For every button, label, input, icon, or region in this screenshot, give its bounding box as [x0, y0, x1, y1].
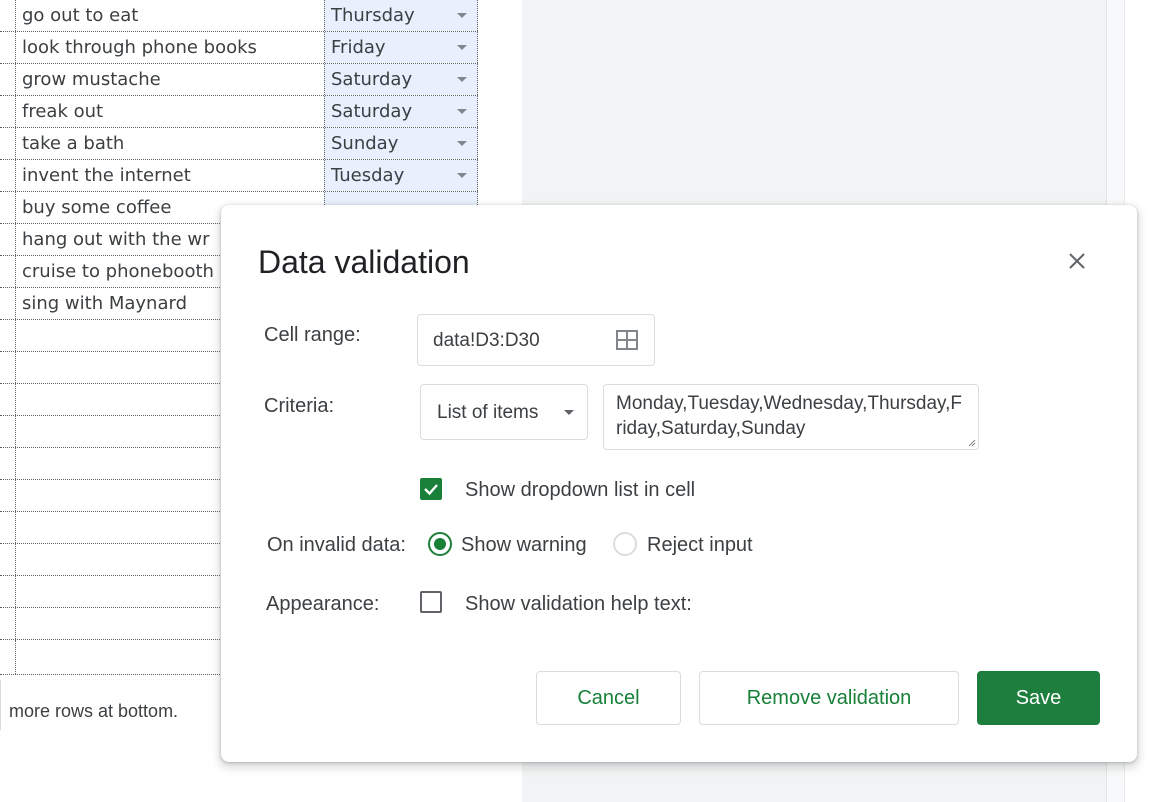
list-items-input[interactable]: Monday,Tuesday,Wednesday,Thursday,Friday… — [603, 384, 979, 450]
task-cell[interactable]: take a bath — [15, 128, 324, 159]
criteria-dropdown[interactable]: List of items — [420, 384, 588, 440]
criteria-label: Criteria: — [264, 395, 335, 417]
remove-validation-button[interactable]: Remove validation — [699, 671, 959, 725]
day-cell[interactable]: Tuesday — [324, 160, 478, 191]
task-cell[interactable]: invent the internet — [15, 160, 324, 191]
chevron-down-icon — [564, 410, 574, 415]
task-cell[interactable]: look through phone books — [15, 32, 324, 63]
show-warning-label[interactable]: Show warning — [461, 534, 587, 557]
cell-range-input[interactable]: data!D3:D30 — [417, 314, 655, 366]
select-range-icon[interactable] — [616, 330, 638, 350]
help-text-label[interactable]: Show validation help text: — [465, 593, 692, 616]
criteria-type-value: List of items — [437, 402, 539, 423]
chevron-down-icon[interactable] — [457, 77, 467, 82]
chevron-down-icon[interactable] — [457, 173, 467, 178]
reject-input-radio[interactable] — [613, 532, 637, 556]
table-row: grow mustache Saturday — [0, 64, 478, 96]
day-cell[interactable]: Sunday — [324, 128, 478, 159]
show-warning-radio[interactable] — [428, 532, 452, 556]
day-cell[interactable]: Thursday — [324, 0, 478, 31]
day-cell[interactable]: Saturday — [324, 64, 478, 95]
reject-input-label[interactable]: Reject input — [647, 534, 753, 557]
day-cell-value: Sunday — [331, 133, 399, 154]
task-cell[interactable]: go out to eat — [15, 0, 324, 31]
day-cell-value: Saturday — [331, 69, 413, 90]
table-row: invent the internet Tuesday — [0, 160, 478, 192]
table-row: look through phone books Friday — [0, 32, 478, 64]
chevron-down-icon[interactable] — [457, 45, 467, 50]
day-cell[interactable]: Friday — [324, 32, 478, 63]
cell-range-value: data!D3:D30 — [433, 330, 540, 351]
chevron-down-icon[interactable] — [457, 13, 467, 18]
chevron-down-icon[interactable] — [457, 141, 467, 146]
table-row: take a bath Sunday — [0, 128, 478, 160]
dialog-title: Data validation — [258, 244, 470, 280]
invalid-data-label: On invalid data: — [267, 534, 406, 556]
task-cell[interactable]: grow mustache — [15, 64, 324, 95]
help-text-checkbox[interactable] — [420, 591, 442, 613]
table-row: freak out Saturday — [0, 96, 478, 128]
table-row: go out to eat Thursday — [0, 0, 478, 32]
task-cell[interactable]: freak out — [15, 96, 324, 127]
close-icon[interactable] — [1059, 243, 1095, 279]
save-button[interactable]: Save — [977, 671, 1100, 725]
data-validation-dialog: Data validation Cell range: data!D3:D30 … — [221, 205, 1137, 762]
show-dropdown-checkbox[interactable] — [420, 478, 442, 500]
appearance-label: Appearance: — [266, 593, 380, 615]
list-items-value: Monday,Tuesday,Wednesday,Thursday,Friday… — [616, 393, 963, 439]
add-rows-text: more rows at bottom. — [9, 701, 179, 721]
day-cell-value: Tuesday — [331, 165, 405, 186]
day-cell-value: Friday — [331, 37, 386, 58]
cell-range-label: Cell range: — [264, 324, 361, 346]
resize-handle-icon[interactable] — [968, 439, 976, 447]
show-dropdown-label[interactable]: Show dropdown list in cell — [465, 479, 695, 502]
cancel-button[interactable]: Cancel — [536, 671, 681, 725]
day-cell-value: Thursday — [331, 5, 415, 26]
day-cell[interactable]: Saturday — [324, 96, 478, 127]
day-cell-value: Saturday — [331, 101, 413, 122]
chevron-down-icon[interactable] — [457, 109, 467, 114]
checkmark-icon — [424, 484, 438, 496]
